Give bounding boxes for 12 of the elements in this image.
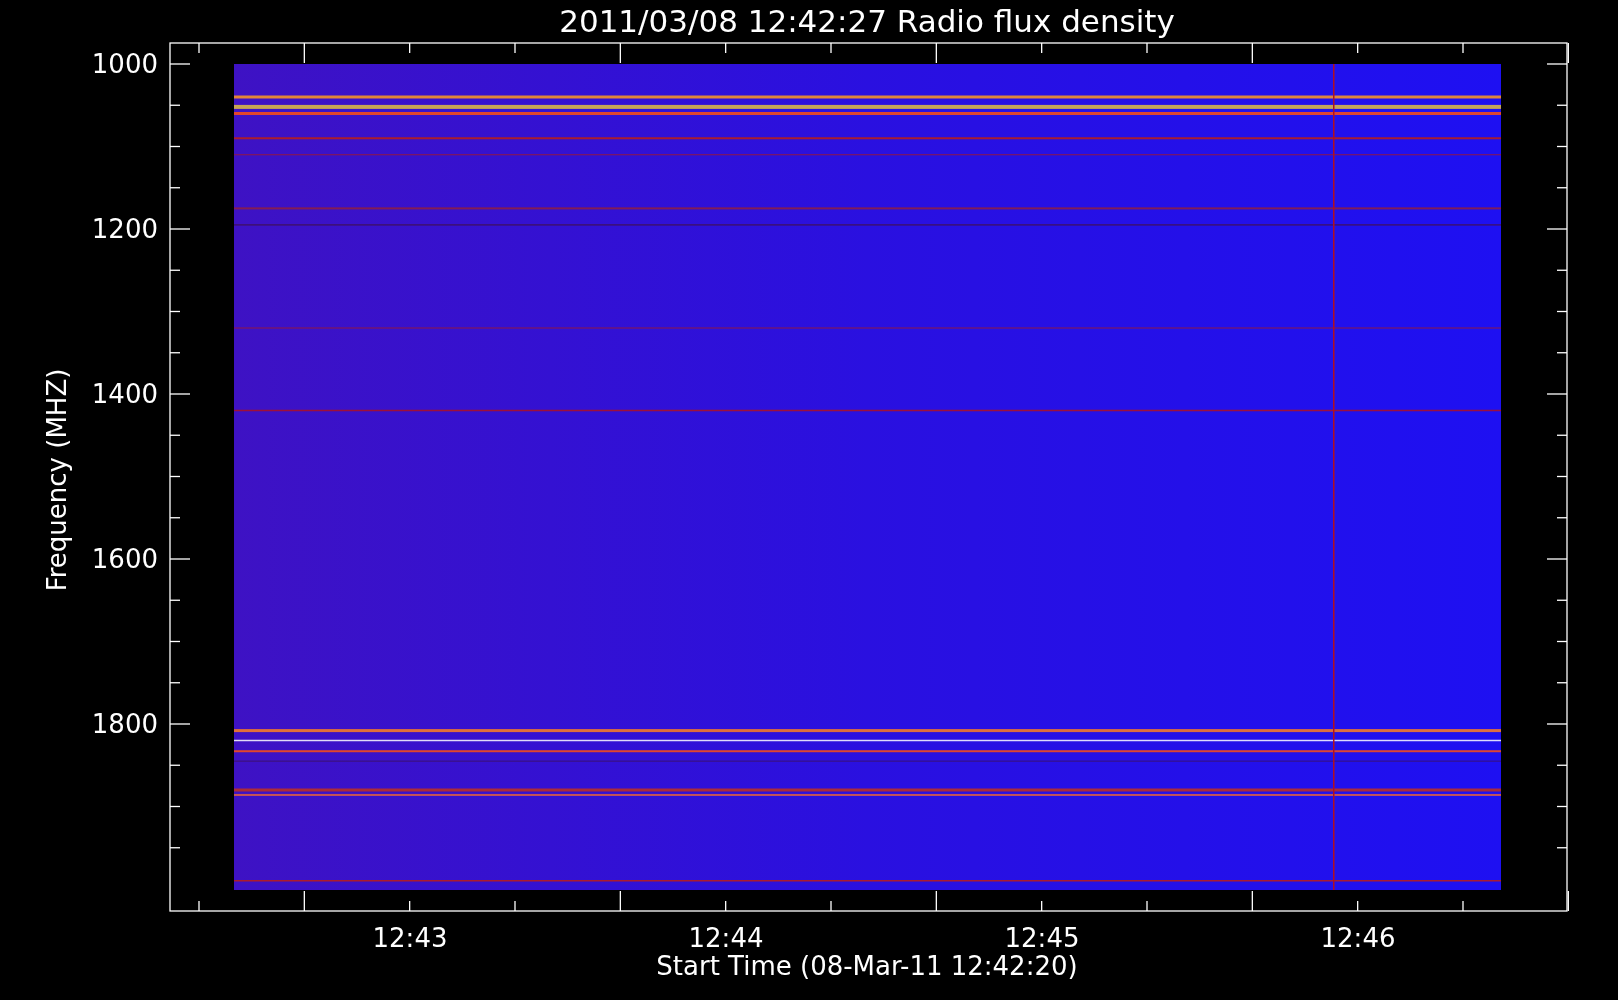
x-tick-label: 12:46 [1320,923,1396,953]
y-tick-label: 1200 [91,214,158,244]
x-axis-label: Start Time (08-Mar-11 12:42:20) [656,951,1078,981]
x-tick-label: 12:44 [688,923,764,953]
y-axis-label: Frequency (MHZ) [42,368,72,592]
x-tick-label: 12:43 [372,923,448,953]
y-tick-label: 1600 [91,544,158,574]
y-tick-label: 1400 [91,379,158,409]
y-tick-label: 1800 [91,709,158,739]
x-tick-label: 12:45 [1004,923,1080,953]
y-tick-label: 1000 [91,49,158,79]
chart-title: 2011/03/08 12:42:27 Radio flux density [559,3,1175,39]
